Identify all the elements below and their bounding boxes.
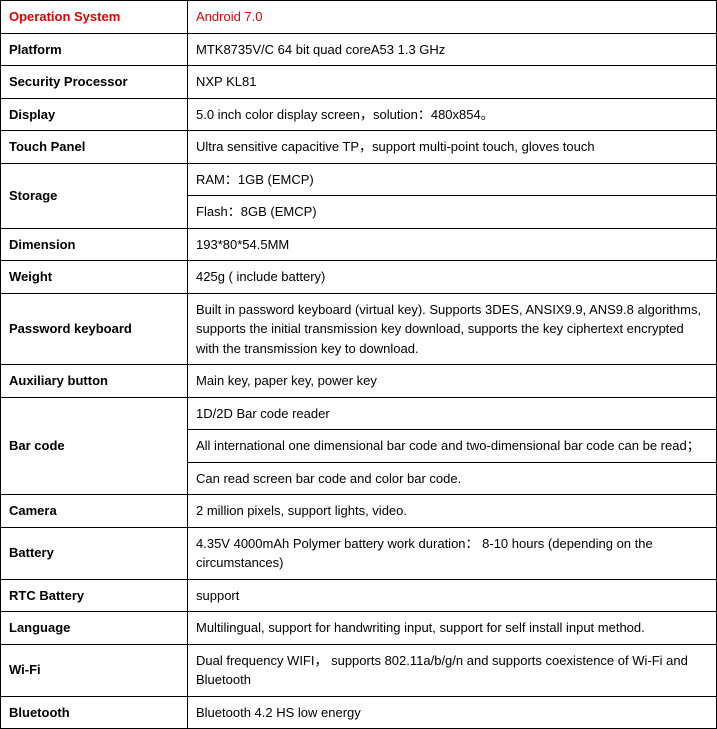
bt-label: Bluetooth [1,696,188,729]
os-label: Operation System [1,1,188,34]
table-row: Wi-Fi Dual frequency WIFI， supports 802.… [1,644,717,696]
table-row: Touch Panel Ultra sensitive capacitive T… [1,131,717,164]
security-value: NXP KL81 [188,66,717,99]
security-label: Security Processor [1,66,188,99]
aux-label: Auxiliary button [1,365,188,398]
table-row: Password keyboard Built in password keyb… [1,293,717,365]
wifi-value: Dual frequency WIFI， supports 802.11a/b/… [188,644,717,696]
battery-value: 4.35V 4000mAh Polymer battery work durat… [188,527,717,579]
table-row: Language Multilingual, support for handw… [1,612,717,645]
camera-label: Camera [1,495,188,528]
barcode-v2: All international one dimensional bar co… [188,430,717,463]
table-row: Auxiliary button Main key, paper key, po… [1,365,717,398]
display-label: Display [1,98,188,131]
weight-value: 425g ( include battery) [188,261,717,294]
table-row: Display 5.0 inch color display screen，so… [1,98,717,131]
table-row: Security Processor NXP KL81 [1,66,717,99]
storage-flash: Flash：8GB (EMCP) [188,196,717,229]
lang-label: Language [1,612,188,645]
platform-value: MTK8735V/C 64 bit quad coreA53 1.3 GHz [188,33,717,66]
storage-label: Storage [1,163,188,228]
dimension-value: 193*80*54.5MM [188,228,717,261]
barcode-label: Bar code [1,397,188,495]
barcode-v3: Can read screen bar code and color bar c… [188,462,717,495]
weight-label: Weight [1,261,188,294]
platform-label: Platform [1,33,188,66]
barcode-v1: 1D/2D Bar code reader [188,397,717,430]
touch-value: Ultra sensitive capacitive TP，support mu… [188,131,717,164]
pwkb-label: Password keyboard [1,293,188,365]
storage-ram: RAM：1GB (EMCP) [188,163,717,196]
lang-value: Multilingual, support for handwriting in… [188,612,717,645]
display-value: 5.0 inch color display screen，solution：4… [188,98,717,131]
os-value: Android 7.0 [188,1,717,34]
dimension-label: Dimension [1,228,188,261]
camera-value: 2 million pixels, support lights, video. [188,495,717,528]
rtc-value: support [188,579,717,612]
table-row: Battery 4.35V 4000mAh Polymer battery wo… [1,527,717,579]
wifi-label: Wi-Fi [1,644,188,696]
aux-value: Main key, paper key, power key [188,365,717,398]
table-row: Dimension 193*80*54.5MM [1,228,717,261]
table-row: Bluetooth Bluetooth 4.2 HS low energy [1,696,717,729]
table-row: Storage RAM：1GB (EMCP) [1,163,717,196]
table-row: Platform MTK8735V/C 64 bit quad coreA53 … [1,33,717,66]
table-row: RTC Battery support [1,579,717,612]
table-row: Operation System Android 7.0 [1,1,717,34]
spec-table: Operation System Android 7.0 Platform MT… [0,0,717,729]
table-row: Bar code 1D/2D Bar code reader [1,397,717,430]
battery-label: Battery [1,527,188,579]
table-row: Camera 2 million pixels, support lights,… [1,495,717,528]
touch-label: Touch Panel [1,131,188,164]
table-row: Weight 425g ( include battery) [1,261,717,294]
bt-value: Bluetooth 4.2 HS low energy [188,696,717,729]
rtc-label: RTC Battery [1,579,188,612]
pwkb-value: Built in password keyboard (virtual key)… [188,293,717,365]
